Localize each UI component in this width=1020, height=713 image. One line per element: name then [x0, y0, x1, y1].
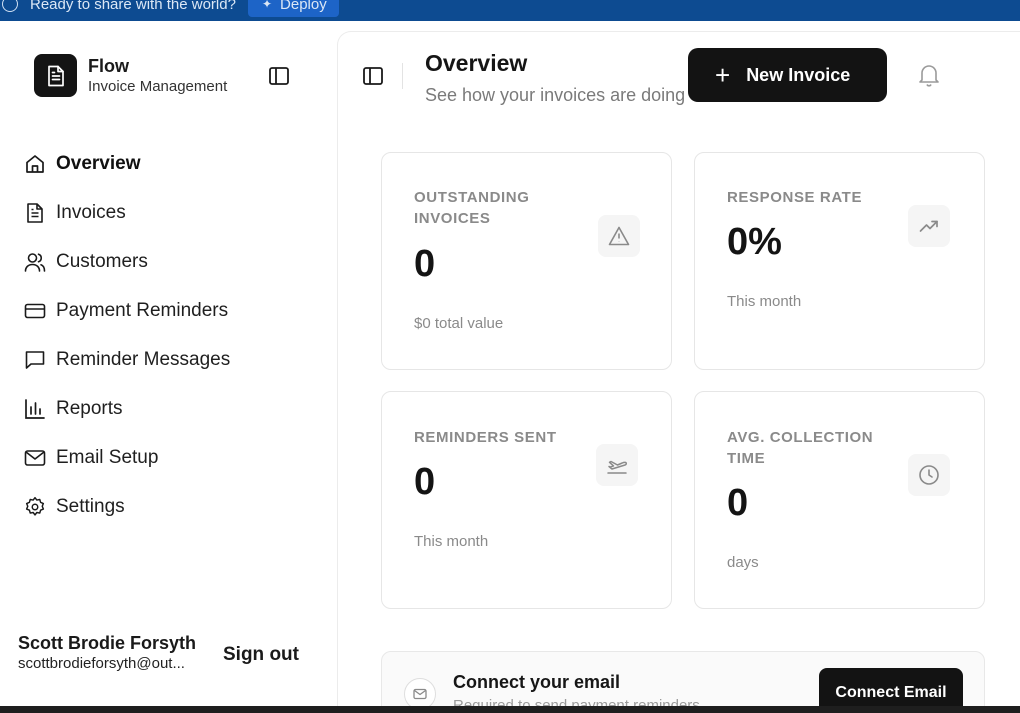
stat-note: days [727, 554, 759, 571]
stat-note: This month [414, 533, 489, 550]
window-bottom-edge [0, 706, 1020, 713]
panel-toggle-icon[interactable] [362, 65, 384, 92]
sidebar-item-reminder-messages[interactable]: Reminder Messages [24, 335, 314, 384]
plus-icon: + [715, 60, 731, 90]
gear-icon [24, 496, 46, 518]
sidebar-toggle-icon[interactable] [268, 65, 292, 89]
brand-subtitle: Invoice Management [88, 77, 228, 95]
sidebar-item-payment-reminders[interactable]: Payment Reminders [24, 286, 314, 335]
sidebar-item-label: Email Setup [56, 446, 159, 468]
credit-card-icon [24, 300, 46, 322]
deploy-label: Deploy [280, 0, 327, 13]
alert-triangle-icon [598, 215, 640, 257]
top-banner: Ready to share with the world? ✦ Deploy [0, 0, 1020, 21]
brand-name: Flow [88, 55, 129, 76]
sidebar-item-reports[interactable]: Reports [24, 384, 314, 433]
sidebar-item-customers[interactable]: Customers [24, 237, 314, 286]
sidebar-item-email-setup[interactable]: Email Setup [24, 433, 314, 482]
mail-icon [24, 447, 46, 469]
sparkle-icon: ✦ [261, 0, 273, 11]
stat-value: 0 [414, 461, 436, 503]
home-icon [24, 153, 46, 175]
sidebar-item-label: Reports [56, 397, 123, 419]
new-invoice-button[interactable]: + New Invoice [688, 48, 887, 102]
sidebar-item-label: Overview [56, 152, 141, 174]
page-title: Overview [425, 50, 528, 76]
header-divider [402, 63, 403, 89]
info-icon [2, 0, 18, 12]
plane-icon [596, 444, 638, 486]
sidebar-item-label: Settings [56, 495, 125, 517]
stat-value: 0 [414, 243, 436, 285]
banner-text: Ready to share with the world? [30, 0, 236, 13]
connect-email-title: Connect your email [453, 672, 621, 692]
user-email: scottbrodieforsyth@out... [18, 655, 185, 672]
sidebar-item-label: Payment Reminders [56, 299, 229, 321]
stat-title: RESPONSE RATE [727, 189, 863, 206]
main-panel: Overview See how your invoices are doing… [337, 31, 1020, 713]
stat-note: This month [727, 293, 802, 310]
trending-up-icon [908, 205, 950, 247]
message-square-icon [24, 349, 46, 371]
stat-title: OUTSTANDING INVOICES [414, 189, 530, 227]
stat-value: 0% [727, 221, 782, 263]
file-icon [34, 54, 77, 97]
bar-chart-icon [24, 398, 46, 420]
page-subtitle: See how your invoices are doing [425, 85, 686, 105]
sidebar-item-label: Invoices [56, 201, 126, 223]
stat-title: AVG. COLLECTION TIME [727, 429, 874, 467]
stat-card-outstanding-invoices: OUTSTANDING INVOICES 0 $0 total value [381, 152, 672, 370]
user-profile: Scott Brodie Forsyth scottbrodieforsyth@… [18, 632, 198, 674]
sidebar-nav: Overview Invoices Customers Payment Remi… [24, 139, 314, 531]
stat-card-response-rate: RESPONSE RATE 0% This month [694, 152, 985, 370]
stat-card-reminders-sent: REMINDERS SENT 0 This month [381, 391, 672, 609]
sidebar-item-overview[interactable]: Overview [24, 139, 314, 188]
deploy-button[interactable]: ✦ Deploy [247, 0, 339, 17]
stat-value: 0 [727, 482, 749, 524]
connect-email-card: Connect your email Required to send paym… [381, 651, 985, 713]
new-invoice-label: New Invoice [746, 64, 851, 85]
clock-icon [908, 454, 950, 496]
sidebar-item-invoices[interactable]: Invoices [24, 188, 314, 237]
sidebar-item-settings[interactable]: Settings [24, 482, 314, 531]
file-text-icon [24, 202, 46, 224]
user-name: Scott Brodie Forsyth [18, 633, 197, 653]
sign-out-button[interactable]: Sign out [223, 644, 299, 666]
bell-icon[interactable] [918, 63, 940, 92]
stat-card-avg-collection-time: AVG. COLLECTION TIME 0 days [694, 391, 985, 609]
sidebar-item-label: Reminder Messages [56, 348, 231, 370]
stat-title: REMINDERS SENT [414, 429, 557, 446]
sidebar-item-label: Customers [56, 250, 148, 272]
stat-note: $0 total value [414, 315, 504, 332]
users-icon [24, 251, 46, 273]
brand[interactable]: Flow Invoice Management [34, 54, 227, 97]
sidebar: Flow Invoice Management Overview Invoice… [0, 21, 336, 713]
